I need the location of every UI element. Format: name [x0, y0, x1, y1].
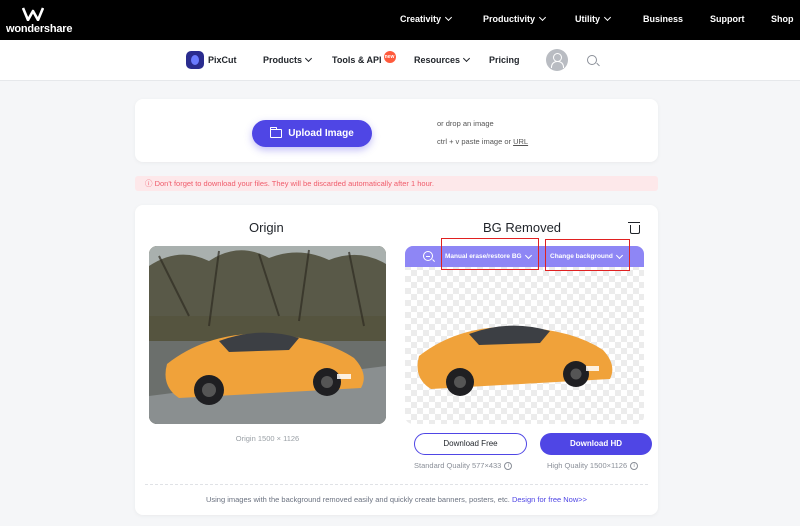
topnav-label: Utility: [575, 14, 601, 24]
nav-pricing[interactable]: Pricing: [489, 55, 520, 65]
topnav-label: Productivity: [483, 14, 536, 24]
nav-products-label: Products: [263, 55, 303, 65]
paste-hint-text: ctrl + v paste image or: [437, 137, 514, 146]
upload-card: Upload Image or drop an image ctrl + v p…: [135, 99, 658, 162]
nav-pricing-label: Pricing: [489, 55, 520, 65]
wondershare-logo-icon: [22, 7, 44, 21]
product-name[interactable]: PixCut: [208, 55, 237, 65]
design-for-free-link[interactable]: Design for free Now>>: [512, 495, 587, 504]
topnav-productivity[interactable]: Productivity: [483, 13, 547, 24]
discard-warning: ⓘ Don't forget to download your files. T…: [135, 176, 658, 191]
upload-button-label: Upload Image: [288, 128, 354, 139]
highlight-change-background: [545, 239, 630, 271]
wondershare-logo[interactable]: wondershare: [6, 7, 76, 35]
topnav-label: Creativity: [400, 14, 442, 24]
info-icon[interactable]: i: [504, 461, 513, 470]
url-link[interactable]: URL: [513, 137, 528, 146]
search-icon[interactable]: [587, 55, 597, 65]
standard-quality-label: Standard Quality 577×433: [414, 461, 502, 470]
nav-tools-label: Tools & API: [332, 55, 382, 65]
chevron-down-icon: [538, 13, 547, 22]
nav-products[interactable]: Products: [263, 54, 313, 65]
new-badge: new: [383, 51, 396, 63]
topnav-shop[interactable]: Shop: [771, 14, 794, 24]
promo-label: Using images with the background removed…: [205, 495, 512, 504]
origin-title: Origin: [249, 220, 284, 235]
cutout-car-graphic: [417, 325, 613, 396]
bg-removed-title: BG Removed: [483, 220, 562, 235]
high-quality-label: High Quality 1500×1126: [547, 461, 628, 470]
paste-hint: ctrl + v paste image or URL: [437, 137, 528, 146]
nav-resources[interactable]: Resources: [414, 54, 471, 65]
bg-removed-preview: Manual erase/restore BG Change backgroun…: [405, 246, 644, 424]
chevron-down-icon: [462, 54, 471, 63]
standard-quality-info: Standard Quality 577×433 i: [414, 461, 513, 470]
folder-icon: [270, 127, 283, 138]
chevron-down-icon: [603, 13, 612, 22]
top-bar: wondershare Creativity Productivity Util…: [0, 0, 800, 40]
product-nav: PixCut Products Tools & API new Resources…: [0, 40, 800, 81]
info-icon[interactable]: i: [630, 461, 639, 470]
divider: [145, 484, 648, 485]
user-avatar-icon[interactable]: [546, 49, 568, 71]
original-image: [149, 246, 386, 424]
nav-tools-api[interactable]: Tools & API new: [332, 51, 396, 65]
trash-icon[interactable]: [628, 222, 640, 234]
promo-text: Using images with the background removed…: [135, 495, 658, 504]
brand-name: wondershare: [6, 23, 73, 35]
download-hd-button[interactable]: Download HD: [540, 433, 652, 455]
topnav-label: Shop: [771, 14, 794, 24]
download-free-button[interactable]: Download Free: [414, 433, 527, 455]
high-quality-info: High Quality 1500×1126 i: [547, 461, 639, 470]
highlight-manual-erase: [441, 238, 539, 270]
drop-hint: or drop an image: [437, 119, 494, 128]
pixcut-logo-icon[interactable]: [186, 51, 204, 69]
topnav-creativity[interactable]: Creativity: [400, 13, 453, 24]
nav-resources-label: Resources: [414, 55, 461, 65]
chevron-down-icon: [304, 54, 313, 63]
topnav-label: Business: [643, 14, 684, 24]
topnav-business[interactable]: Business: [643, 14, 683, 24]
topnav-label: Support: [710, 14, 745, 24]
origin-dimensions: Origin 1500 × 1126: [235, 434, 300, 443]
result-card: Origin BG Removed Origin 1500 × 1126 Man…: [135, 205, 658, 515]
original-photo-graphic: [149, 246, 386, 424]
topnav-utility[interactable]: Utility: [575, 13, 612, 24]
upload-image-button[interactable]: Upload Image: [252, 120, 372, 147]
chevron-down-icon: [444, 13, 453, 22]
topnav-support[interactable]: Support: [710, 14, 745, 24]
